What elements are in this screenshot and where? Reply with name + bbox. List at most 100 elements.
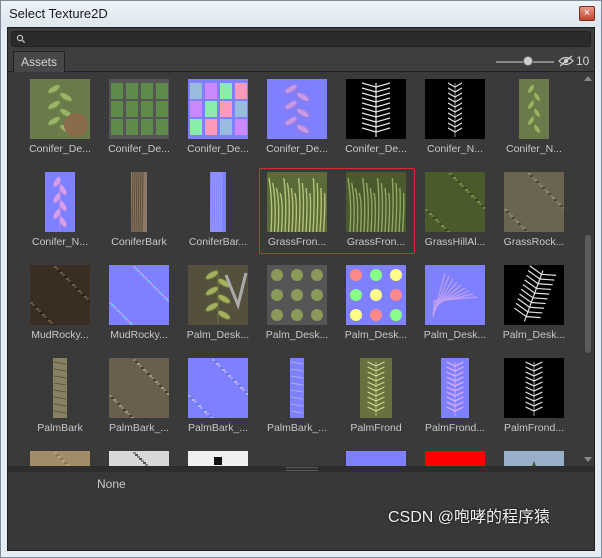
asset-tile[interactable] bbox=[415, 445, 495, 466]
texture-thumbnail bbox=[109, 451, 169, 466]
asset-label: PalmBark_... bbox=[108, 422, 170, 434]
search-input[interactable] bbox=[11, 31, 591, 47]
asset-label: Conifer_N... bbox=[426, 143, 484, 155]
asset-label: Conifer_De... bbox=[266, 143, 328, 155]
asset-tile[interactable] bbox=[494, 445, 574, 466]
asset-tile[interactable]: MudRocky... bbox=[20, 259, 100, 349]
asset-tile[interactable]: PalmFrond... bbox=[494, 352, 574, 442]
asset-tile[interactable]: Conifer_De... bbox=[99, 73, 179, 163]
asset-tile[interactable]: PalmBark_... bbox=[99, 352, 179, 442]
asset-tile[interactable]: Palm_Desk... bbox=[257, 259, 337, 349]
texture-thumbnail bbox=[504, 172, 564, 232]
asset-label: ConiferBar... bbox=[188, 236, 248, 248]
texture-thumbnail bbox=[109, 172, 169, 232]
texture-thumbnail bbox=[188, 265, 248, 325]
scroll-up-icon[interactable] bbox=[584, 75, 592, 81]
texture-thumbnail bbox=[30, 79, 90, 139]
texture-thumbnail bbox=[267, 451, 327, 466]
asset-tile[interactable]: GrassFron... bbox=[257, 166, 337, 256]
asset-tile[interactable]: ConiferBar... bbox=[178, 166, 258, 256]
asset-tile[interactable]: Palm_Desk... bbox=[336, 259, 416, 349]
asset-tile[interactable] bbox=[178, 445, 258, 466]
asset-tile[interactable]: Conifer_N... bbox=[20, 166, 100, 256]
texture-thumbnail bbox=[425, 79, 485, 139]
asset-tile[interactable]: PalmFrond bbox=[336, 352, 416, 442]
select-texture-window: Select Texture2D × Assets 10 Conifer_De.… bbox=[0, 0, 602, 558]
asset-label: GrassFron... bbox=[267, 236, 327, 248]
search-bar bbox=[8, 28, 594, 50]
texture-thumbnail bbox=[188, 79, 248, 139]
texture-thumbnail bbox=[30, 358, 90, 418]
texture-thumbnail bbox=[425, 265, 485, 325]
asset-label: PalmBark_... bbox=[187, 422, 249, 434]
asset-tile[interactable]: PalmBark_... bbox=[178, 352, 258, 442]
tab-assets[interactable]: Assets bbox=[13, 51, 66, 72]
texture-thumbnail bbox=[346, 451, 406, 466]
slider-handle[interactable] bbox=[523, 56, 533, 66]
asset-label: PalmFrond... bbox=[424, 422, 486, 434]
object-picker-panel: Assets 10 Conifer_De... Conifer_De... Coni… bbox=[7, 27, 595, 551]
asset-tile[interactable]: Conifer_N... bbox=[494, 73, 574, 163]
texture-thumbnail bbox=[346, 358, 406, 418]
scroll-down-icon[interactable] bbox=[584, 457, 592, 463]
asset-tile[interactable] bbox=[99, 445, 179, 466]
selected-object-name: None bbox=[97, 477, 126, 491]
asset-tile[interactable]: ConiferBark bbox=[99, 166, 179, 256]
asset-label: Palm_Desk... bbox=[265, 329, 329, 341]
texture-thumbnail bbox=[109, 265, 169, 325]
asset-tile[interactable]: MudRocky... bbox=[99, 259, 179, 349]
watermark: CSDN @咆哮的程序猿 bbox=[388, 509, 551, 526]
asset-tile[interactable]: Conifer_De... bbox=[257, 73, 337, 163]
asset-tile[interactable]: PalmFrond... bbox=[415, 352, 495, 442]
texture-thumbnail bbox=[425, 451, 485, 466]
texture-thumbnail bbox=[30, 172, 90, 232]
texture-thumbnail bbox=[188, 358, 248, 418]
asset-tile[interactable] bbox=[257, 445, 337, 466]
texture-thumbnail bbox=[504, 79, 564, 139]
scroll-thumb[interactable] bbox=[585, 235, 591, 353]
asset-label: Conifer_De... bbox=[108, 143, 170, 155]
asset-tile[interactable]: Conifer_De... bbox=[20, 73, 100, 163]
asset-tile[interactable]: PalmBark bbox=[20, 352, 100, 442]
asset-tile[interactable]: Palm_Desk... bbox=[494, 259, 574, 349]
asset-grid: Conifer_De... Conifer_De... Conifer_De... C… bbox=[8, 73, 582, 466]
texture-thumbnail bbox=[425, 358, 485, 418]
asset-tile[interactable]: Conifer_De... bbox=[178, 73, 258, 163]
hidden-eye-icon[interactable] bbox=[558, 55, 574, 67]
texture-thumbnail bbox=[188, 172, 248, 232]
asset-tile[interactable]: GrassHillAl... bbox=[415, 166, 495, 256]
asset-label: Palm_Desk... bbox=[502, 329, 566, 341]
asset-tile[interactable]: Palm_Desk... bbox=[415, 259, 495, 349]
search-icon bbox=[16, 34, 26, 44]
asset-tile[interactable] bbox=[20, 445, 100, 466]
hidden-count: 10 bbox=[576, 54, 590, 68]
asset-tile[interactable]: PalmBark_... bbox=[257, 352, 337, 442]
texture-thumbnail bbox=[504, 451, 564, 466]
asset-label: Conifer_De... bbox=[29, 143, 91, 155]
texture-thumbnail bbox=[267, 79, 327, 139]
asset-label: Conifer_N... bbox=[31, 236, 89, 248]
asset-label: MudRocky... bbox=[110, 329, 168, 341]
asset-label: GrassFron... bbox=[346, 236, 406, 248]
splitter-handle[interactable] bbox=[286, 467, 318, 471]
vertical-scrollbar[interactable] bbox=[582, 73, 594, 466]
asset-tile[interactable]: Conifer_N... bbox=[415, 73, 495, 163]
title-bar[interactable]: Select Texture2D × bbox=[1, 1, 601, 27]
texture-thumbnail bbox=[267, 265, 327, 325]
asset-label: GrassRock... bbox=[503, 236, 565, 248]
assets-toolbar: Assets 10 bbox=[8, 50, 594, 72]
asset-label: Palm_Desk... bbox=[423, 329, 487, 341]
asset-tile[interactable] bbox=[336, 445, 416, 466]
texture-thumbnail bbox=[504, 265, 564, 325]
asset-label: Conifer_N... bbox=[505, 143, 563, 155]
asset-tile[interactable]: Palm_Desk... bbox=[178, 259, 258, 349]
asset-tile[interactable]: GrassFron... bbox=[336, 166, 416, 256]
texture-thumbnail bbox=[30, 265, 90, 325]
close-button[interactable]: × bbox=[579, 6, 595, 21]
asset-tile[interactable]: Conifer_De... bbox=[336, 73, 416, 163]
asset-label: PalmFrond... bbox=[503, 422, 565, 434]
asset-label: Palm_Desk... bbox=[344, 329, 408, 341]
texture-thumbnail bbox=[346, 265, 406, 325]
texture-thumbnail bbox=[30, 451, 90, 466]
asset-tile[interactable]: GrassRock... bbox=[494, 166, 574, 256]
